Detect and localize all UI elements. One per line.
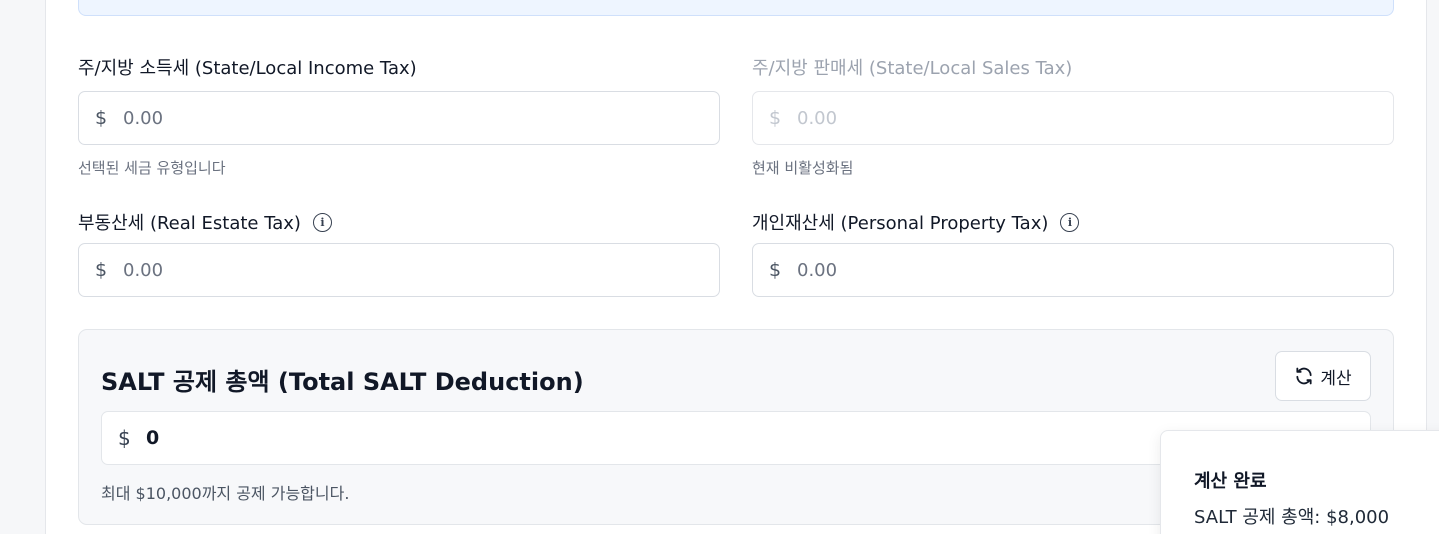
toast-body: SALT 공제 총액: $8,000 [1194, 507, 1390, 528]
income-tax-label: 주/지방 소득세 (State/Local Income Tax) [78, 54, 417, 80]
personal-property-tax-label-text: 개인재산세 (Personal Property Tax) [752, 213, 1049, 234]
sales-tax-label-text: 주/지방 판매세 (State/Local Sales Tax) [752, 58, 1073, 79]
real-estate-tax-label: 부동산세 (Real Estate Tax) i [78, 209, 332, 235]
personal-property-tax-field[interactable]: $ [752, 243, 1394, 297]
income-tax-field[interactable]: $ [78, 91, 720, 145]
real-estate-tax-label-text: 부동산세 (Real Estate Tax) [78, 213, 301, 234]
personal-property-tax-input[interactable] [797, 259, 1359, 281]
currency-symbol: $ [769, 107, 782, 129]
calculate-button[interactable]: 계산 [1275, 351, 1371, 401]
real-estate-tax-field[interactable]: $ [78, 243, 720, 297]
income-tax-input[interactable] [123, 107, 685, 129]
sales-tax-input [797, 107, 1359, 129]
calculate-button-label: 계산 [1320, 368, 1352, 389]
toast-title: 계산 완료 [1194, 471, 1267, 492]
currency-symbol: $ [95, 259, 108, 281]
income-tax-label-text: 주/지방 소득세 (State/Local Income Tax) [78, 58, 417, 79]
personal-property-tax-label: 개인재산세 (Personal Property Tax) i [752, 209, 1080, 235]
total-salt-value: 0 [146, 427, 160, 449]
info-circle-icon[interactable]: i [1060, 212, 1080, 232]
toast-notification: 계산 완료 SALT 공제 총액: $8,000 [1160, 430, 1439, 534]
real-estate-tax-input[interactable] [123, 259, 685, 281]
currency-symbol: $ [769, 259, 782, 281]
info-circle-icon[interactable]: i [312, 212, 332, 232]
currency-symbol: $ [118, 426, 131, 450]
total-salt-title: SALT 공제 총액 (Total SALT Deduction) [101, 368, 584, 396]
sales-tax-label: 주/지방 판매세 (State/Local Sales Tax) [752, 54, 1072, 80]
total-salt-hint: 최대 $10,000까지 공제 가능합니다. [101, 484, 350, 503]
sales-tax-field: $ [752, 91, 1394, 145]
sales-tax-hint: 현재 비활성화됨 [752, 159, 854, 177]
info-banner [78, 0, 1394, 16]
refresh-icon [1296, 367, 1312, 385]
currency-symbol: $ [95, 107, 108, 129]
income-tax-hint: 선택된 세금 유형입니다 [78, 159, 226, 177]
